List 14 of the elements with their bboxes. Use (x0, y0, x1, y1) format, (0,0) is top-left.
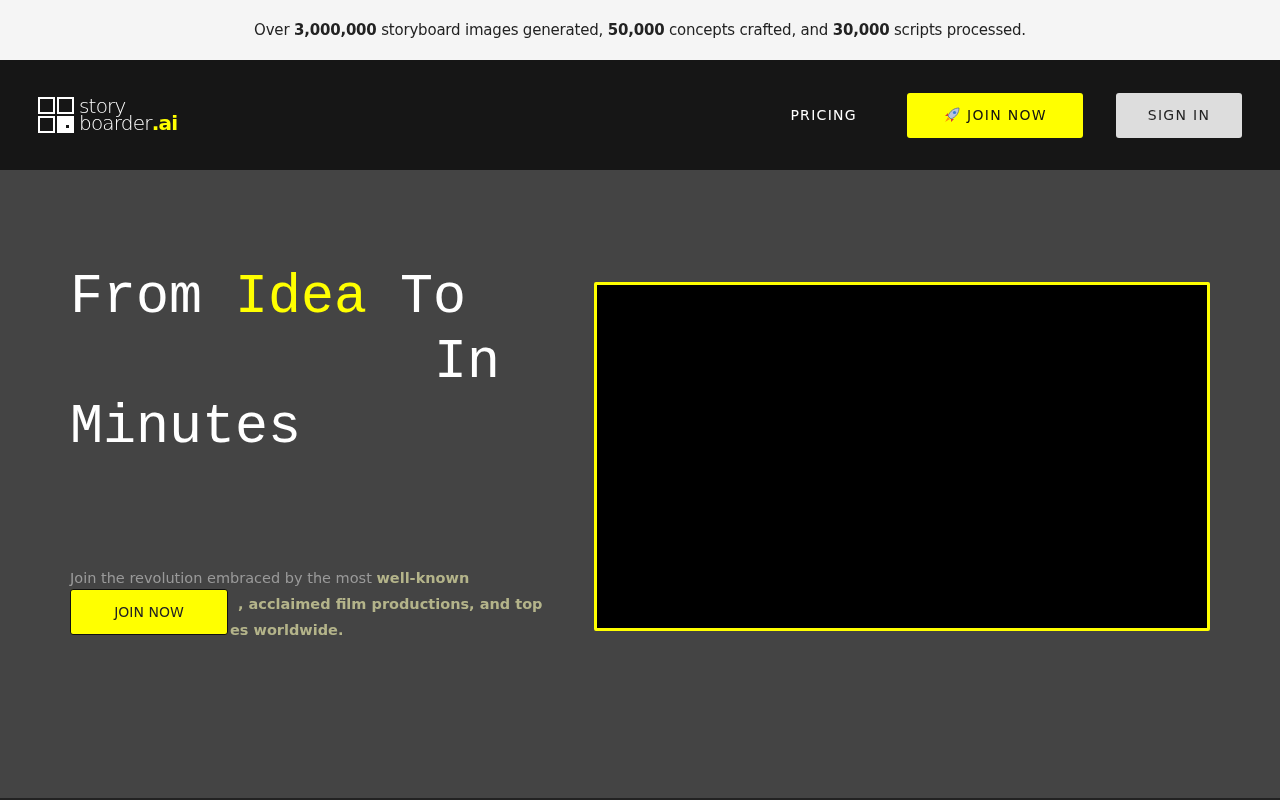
hero-description: Join the revolution embraced by the most well-known (70, 569, 470, 588)
sign-in-button[interactable]: SIGN IN (1116, 92, 1242, 138)
announcement-text: Over 3,000,000 storyboard images generated, 50,000 concepts crafted, and 30,000 scripts processed. (254, 21, 1026, 39)
logo-text: story (79, 98, 126, 115)
join-now-button[interactable]: JOIN NOW (907, 92, 1083, 138)
rocket-icon (943, 106, 962, 124)
logo-squares-icon (38, 97, 74, 133)
hero-description: es worldwide. (230, 621, 344, 640)
join-now-button[interactable]: JOIN NOW (70, 589, 228, 635)
video-player[interactable] (594, 282, 1210, 631)
hero-description: , acclaimed film productions, and top (238, 595, 543, 614)
pricing-link[interactable]: PRICING (790, 92, 857, 138)
hero-headline: From Idea To In Minutes (70, 265, 500, 461)
logo-text: boarder.ai (79, 115, 178, 132)
